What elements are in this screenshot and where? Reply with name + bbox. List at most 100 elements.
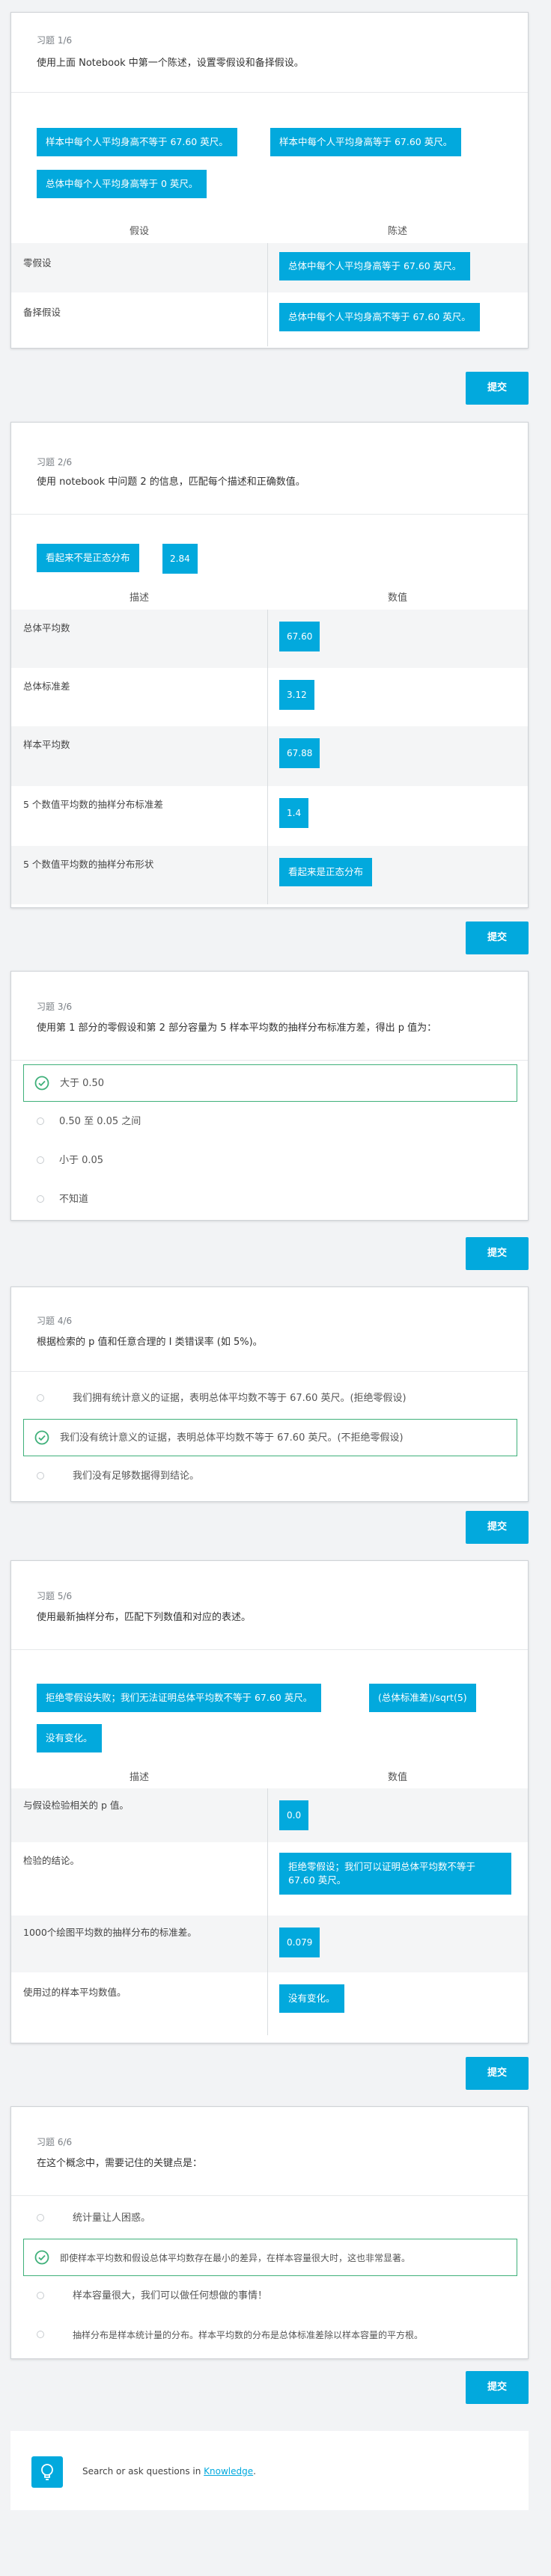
dropped-answer-chip[interactable]: 拒绝零假设；我们可以证明总体平均数不等于 67.60 英尺。: [279, 1853, 511, 1895]
footer-suffix: .: [253, 2466, 256, 2477]
exercise-number: 习题 3/6: [37, 1002, 73, 1012]
check-circle-icon: [34, 1076, 49, 1091]
column-divider: [267, 610, 268, 904]
submit-button[interactable]: 提交: [466, 2057, 529, 2090]
divider: [11, 1060, 528, 1061]
option-label: 0.50 至 0.05 之间: [59, 1116, 141, 1127]
checkbox-option[interactable]: 统计量让人困惑。: [23, 2200, 517, 2237]
table-row: 与假设检验相关的 p 值。 0.0: [11, 1788, 528, 1842]
row-label: 5 个数值平均数的抽样分布形状: [23, 859, 154, 870]
knowledge-link[interactable]: Knowledge: [204, 2466, 253, 2477]
row-label: 5 个数值平均数的抽样分布标准差: [23, 799, 163, 810]
checkbox-option[interactable]: 样本容量很大，我们可以做任何想做的事情！: [23, 2278, 517, 2315]
row-label: 零假设: [23, 257, 52, 269]
submit-button[interactable]: 提交: [466, 2371, 529, 2404]
dropped-answer-chip[interactable]: 3.12: [279, 680, 314, 710]
option-label: 即使样本平均数和假设总体平均数存在最小的差异，在样本容量很大时，这也非常显著。: [60, 2253, 411, 2263]
exercise-number: 习题 4/6: [37, 1316, 73, 1326]
radio-option[interactable]: 我们没有统计意义的证据，表明总体平均数不等于 67.60 英尺。(不拒绝零假设): [23, 1419, 517, 1456]
radio-circle-icon: [37, 1394, 44, 1402]
divider: [11, 514, 528, 515]
column-header-statement: 陈述: [387, 226, 407, 237]
answer-chip[interactable]: 2.84: [162, 544, 198, 574]
exercise-card-1: 习题 1/6 使用上面 Notebook 中第一个陈述，设置零假设和备择假设。 …: [10, 12, 529, 349]
submit-button[interactable]: 提交: [466, 1511, 529, 1544]
divider: [11, 2195, 528, 2196]
table-row: 5 个数值平均数的抽样分布形状 看起来是正态分布: [11, 846, 528, 904]
dropped-answer-chip[interactable]: 0.0: [279, 1800, 309, 1830]
answer-chip[interactable]: 总体中每个人平均身高等于 0 英尺。: [37, 170, 207, 198]
divider: [11, 1371, 528, 1372]
option-label: 我们没有足够数据得到结论。: [73, 1471, 200, 1482]
radio-circle-icon: [37, 1472, 44, 1479]
table-row: 备择假设 总体中每个人平均身高不等于 67.60 英尺。: [11, 292, 528, 342]
exercise-question: 使用最新抽样分布，匹配下列数值和对应的表述。: [37, 1612, 252, 1623]
column-header-description: 描述: [129, 1772, 149, 1783]
column-header-description: 描述: [129, 592, 149, 604]
dropped-answer-chip[interactable]: 1.4: [279, 798, 309, 828]
option-label: 抽样分布是样本统计量的分布。样本平均数的分布是总体标准差除以样本容量的平方根。: [73, 2330, 424, 2340]
checkbox-option[interactable]: 即使样本平均数和假设总体平均数存在最小的差异，在样本容量很大时，这也非常显著。: [23, 2239, 517, 2276]
radio-circle-icon: [37, 2292, 44, 2299]
column-divider: [267, 243, 268, 346]
answer-chip[interactable]: 样本中每个人平均身高不等于 67.60 英尺。: [37, 128, 237, 156]
dropped-answer-chip[interactable]: 67.88: [279, 738, 320, 768]
exercise-card-5: 习题 5/6 使用最新抽样分布，匹配下列数值和对应的表述。 拒绝零假设失败；我们…: [10, 1560, 529, 2043]
column-divider: [267, 1788, 268, 2035]
answer-chip[interactable]: 看起来不是正态分布: [37, 544, 139, 572]
row-label: 与假设检验相关的 p 值。: [23, 1800, 129, 1811]
submit-button[interactable]: 提交: [466, 921, 529, 954]
option-label: 统计量让人困惑。: [73, 2212, 151, 2224]
dropped-answer-chip[interactable]: 总体中每个人平均身高不等于 67.60 英尺。: [279, 303, 480, 331]
check-circle-icon: [34, 2250, 49, 2265]
row-label: 检验的结论。: [23, 1855, 80, 1866]
radio-option[interactable]: 我们没有足够数据得到结论。: [23, 1458, 517, 1495]
exercise-card-4: 习题 4/6 根据检索的 p 值和任意合理的 I 类错误率 (如 5%)。 我们…: [10, 1287, 529, 1502]
option-label: 样本容量很大，我们可以做任何想做的事情！: [73, 2290, 268, 2301]
radio-option[interactable]: 小于 0.05: [23, 1142, 517, 1180]
option-label: 不知道: [59, 1194, 89, 1205]
answer-chip[interactable]: (总体标准差)/sqrt(5): [369, 1684, 476, 1712]
option-label: 小于 0.05: [59, 1155, 104, 1166]
column-header-value: 数值: [387, 1772, 407, 1783]
dropped-answer-chip[interactable]: 看起来是正态分布: [279, 858, 373, 886]
radio-circle-icon: [37, 2214, 44, 2221]
dropped-answer-chip[interactable]: 总体中每个人平均身高等于 67.60 英尺。: [279, 252, 471, 280]
check-circle-icon: [34, 1430, 49, 1445]
exercise-question: 使用 notebook 中问题 2 的信息，匹配每个描述和正确数值。: [37, 476, 305, 488]
option-label: 我们没有统计意义的证据，表明总体平均数不等于 67.60 英尺。(不拒绝零假设): [60, 1432, 404, 1444]
row-label: 总体标准差: [23, 681, 70, 692]
dropped-answer-chip[interactable]: 没有变化。: [279, 1984, 344, 2013]
lightbulb-icon-glyph: [41, 2464, 53, 2480]
table-row: 零假设 总体中每个人平均身高等于 67.60 英尺。: [11, 243, 528, 292]
radio-option[interactable]: 大于 0.50: [23, 1064, 517, 1102]
match-table: 描述 数值 总体平均数 67.60 总体标准差 3.12 样本平均数 67.88…: [11, 587, 528, 904]
radio-option[interactable]: 不知道: [23, 1181, 517, 1218]
exercise-question: 使用上面 Notebook 中第一个陈述，设置零假设和备择假设。: [37, 58, 304, 69]
submit-button[interactable]: 提交: [466, 1237, 529, 1270]
column-header-hypothesis: 假设: [129, 226, 149, 237]
row-label: 样本平均数: [23, 739, 70, 750]
footer-prefix: Search or ask questions in: [82, 2466, 204, 2477]
answer-chip[interactable]: 拒绝零假设失败；我们无法证明总体平均数不等于 67.60 英尺。: [37, 1684, 322, 1712]
answer-chip[interactable]: 没有变化。: [37, 1724, 102, 1752]
exercise-question: 使用第 1 部分的零假设和第 2 部分容量为 5 样本平均数的抽样分布标准方差，…: [37, 1022, 437, 1034]
divider: [11, 92, 528, 93]
exercise-card-3: 习题 3/6 使用第 1 部分的零假设和第 2 部分容量为 5 样本平均数的抽样…: [10, 971, 529, 1221]
checkbox-option[interactable]: 抽样分布是样本统计量的分布。样本平均数的分布是总体标准差除以样本容量的平方根。: [23, 2316, 517, 2354]
radio-option[interactable]: 我们拥有统计意义的证据，表明总体平均数不等于 67.60 英尺。(拒绝零假设): [23, 1380, 517, 1417]
answer-chip[interactable]: 样本中每个人平均身高等于 67.60 英尺。: [270, 128, 462, 156]
match-table: 描述 数值 与假设检验相关的 p 值。 0.0 检验的结论。 拒绝零假设；我们可…: [11, 1767, 528, 2040]
row-label: 1000个绘图平均数的抽样分布的标准差。: [23, 1927, 197, 1938]
option-label: 大于 0.50: [60, 1078, 105, 1089]
table-row: 检验的结论。 拒绝零假设；我们可以证明总体平均数不等于 67.60 英尺。: [11, 1842, 528, 1916]
dropped-answer-chip[interactable]: 67.60: [279, 622, 320, 651]
submit-button[interactable]: 提交: [466, 372, 529, 405]
exercise-card-2: 习题 2/6 使用 notebook 中问题 2 的信息，匹配每个描述和正确数值…: [10, 422, 529, 908]
exercise-question: 根据检索的 p 值和任意合理的 I 类错误率 (如 5%)。: [37, 1337, 263, 1348]
radio-option[interactable]: 0.50 至 0.05 之间: [23, 1103, 517, 1141]
footer-text: Search or ask questions in Knowledge.: [82, 2466, 256, 2477]
table-row: 5 个数值平均数的抽样分布标准差 1.4: [11, 786, 528, 846]
radio-circle-icon: [37, 1195, 44, 1203]
dropped-answer-chip[interactable]: 0.079: [279, 1928, 320, 1957]
